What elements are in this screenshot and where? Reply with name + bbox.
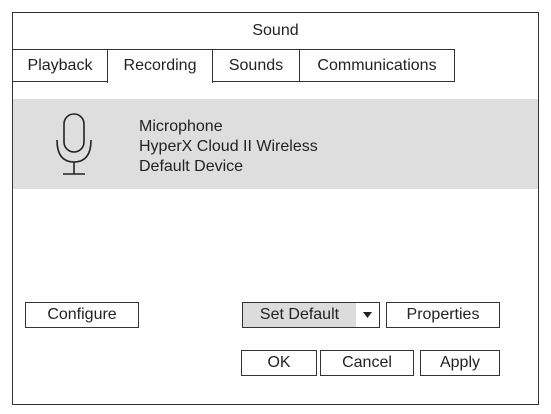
device-name: Microphone [139, 118, 223, 135]
properties-button[interactable]: Properties [386, 302, 500, 328]
configure-button[interactable]: Configure [25, 302, 139, 328]
set-default-dropdown-button[interactable] [356, 303, 379, 327]
set-default-split-button: Set Default [242, 302, 380, 328]
microphone-icon [56, 113, 92, 175]
cancel-button[interactable]: Cancel [320, 350, 414, 376]
window-title: Sound [252, 22, 299, 39]
ok-button[interactable]: OK [241, 350, 317, 376]
tab-playback[interactable]: Playback [12, 49, 108, 82]
apply-button[interactable]: Apply [420, 350, 500, 376]
device-status: Default Device [139, 158, 244, 175]
device-model: HyperX Cloud II Wireless [139, 138, 318, 155]
set-default-button[interactable]: Set Default [243, 303, 356, 327]
device-list-item-microphone[interactable]: Microphone HyperX Cloud II Wireless Defa… [13, 99, 538, 189]
tab-recording[interactable]: Recording [107, 49, 213, 83]
tab-communications[interactable]: Communications [299, 49, 455, 82]
device-details: Microphone HyperX Cloud II Wireless Defa… [139, 117, 318, 177]
caret-down-icon [363, 312, 372, 318]
tab-sounds[interactable]: Sounds [212, 49, 300, 82]
sound-dialog: Sound Playback Recording Sounds Communic… [12, 12, 539, 405]
